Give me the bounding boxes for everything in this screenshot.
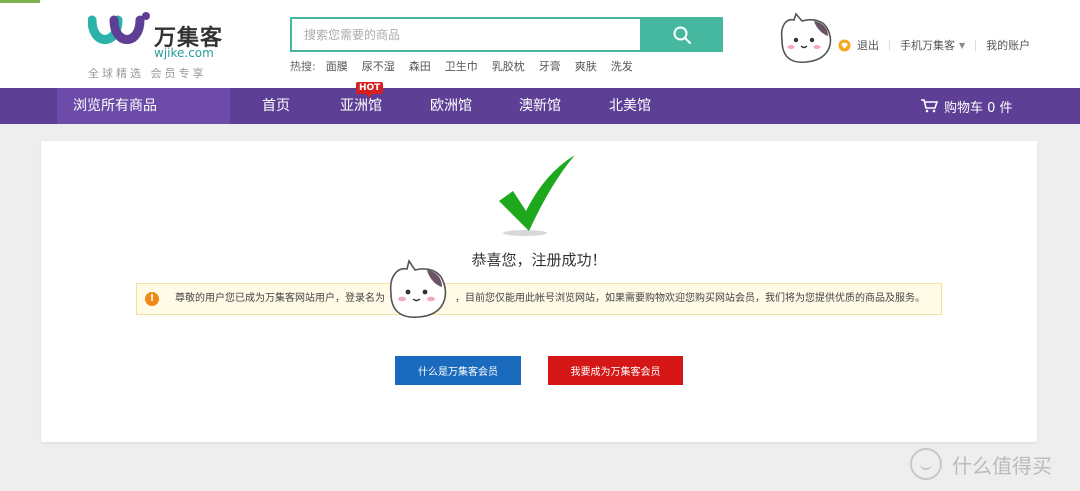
search-button[interactable] bbox=[640, 17, 723, 52]
success-check-icon bbox=[499, 155, 575, 236]
nav-north-america[interactable]: 北美馆 bbox=[609, 88, 651, 124]
hot-word-link[interactable]: 洗发 bbox=[611, 58, 633, 74]
corner-accent bbox=[0, 0, 40, 3]
logout-link[interactable]: 退出 bbox=[857, 37, 879, 53]
chevron-down-icon: ▼ bbox=[959, 40, 966, 50]
watermark-logo-icon bbox=[910, 448, 942, 480]
search-bar bbox=[290, 17, 723, 52]
cart-icon bbox=[921, 99, 938, 113]
main-nav: 浏览所有商品 首页 亚洲馆 欧洲馆 澳新馆 北美馆 购物车 0 件 bbox=[0, 88, 1080, 124]
hot-search-words: 热搜: 面膜 尿不湿 森田 卫生巾 乳胶枕 牙膏 爽肤 洗发 bbox=[290, 58, 647, 74]
my-account-link[interactable]: 我的账户 bbox=[986, 37, 1030, 53]
hot-badge: HOT bbox=[356, 82, 384, 98]
logo-mark-icon bbox=[88, 12, 150, 44]
hot-word-link[interactable]: 尿不湿 bbox=[362, 58, 395, 74]
success-card: 恭喜您，注册成功！ ! 尊敬的用户您已成为万集客网站用户，登录名为 ，目前您仅能… bbox=[41, 141, 1037, 442]
cart-link[interactable]: 购物车 0 件 bbox=[920, 88, 1013, 124]
logo-domain: wjike.com bbox=[154, 46, 214, 60]
notice-text: 尊敬的用户您已成为万集客网站用户，登录名为 bbox=[175, 293, 385, 304]
search-input[interactable] bbox=[290, 17, 642, 52]
hot-word-link[interactable]: 乳胶枕 bbox=[492, 58, 525, 74]
notice-bar: ! 尊敬的用户您已成为万集客网站用户，登录名为 ，目前您仅能用此帐号浏览网站，如… bbox=[136, 283, 942, 315]
logo-slogan: 全球精选 会员专享 bbox=[88, 67, 207, 80]
hot-word-link[interactable]: 面膜 bbox=[326, 58, 348, 74]
mobile-site-link[interactable]: 手机万集客 bbox=[900, 37, 955, 53]
success-title: 恭喜您，注册成功！ bbox=[471, 251, 607, 269]
divider bbox=[975, 39, 977, 51]
top-header: 万集客 wjike.com 全球精选 会员专享 热搜: 面膜 尿不湿 森田 卫生… bbox=[0, 0, 1080, 88]
notice-text-continued: ，目前您仅能用此帐号浏览网站，如果需要购物欢迎您购买网站会员，我们将为您提供优质… bbox=[455, 293, 925, 304]
browse-all-products[interactable]: 浏览所有商品 bbox=[57, 88, 230, 124]
site-logo[interactable]: 万集客 wjike.com 全球精选 会员专享 bbox=[88, 10, 228, 80]
nav-home[interactable]: 首页 bbox=[262, 88, 290, 124]
become-member-button[interactable]: 我要成为万集客会员 bbox=[548, 356, 683, 385]
hot-word-link[interactable]: 卫生巾 bbox=[445, 58, 478, 74]
divider bbox=[889, 39, 890, 51]
nav-europe[interactable]: 欧洲馆 bbox=[430, 88, 472, 124]
vip-diamond-icon bbox=[838, 38, 851, 52]
watermark: 什么值得买 bbox=[910, 448, 1052, 480]
search-icon bbox=[673, 26, 691, 44]
cart-label: 购物车 0 件 bbox=[944, 100, 1013, 116]
hot-word-link[interactable]: 爽肤 bbox=[575, 58, 597, 74]
mascot-icon bbox=[389, 259, 447, 318]
hot-word-link[interactable]: 牙膏 bbox=[539, 58, 561, 74]
warning-icon: ! bbox=[145, 292, 159, 306]
watermark-text: 什么值得买 bbox=[952, 453, 1052, 478]
mascot-avatar-icon[interactable] bbox=[772, 10, 836, 68]
hot-word-link[interactable]: 森田 bbox=[409, 58, 431, 74]
nav-oceania[interactable]: 澳新馆 bbox=[519, 88, 561, 124]
what-is-member-button[interactable]: 什么是万集客会员 bbox=[395, 356, 521, 385]
user-links: 退出 手机万集客 ▼ 我的账户 bbox=[838, 37, 1030, 53]
hot-search-label: 热搜: bbox=[290, 60, 316, 73]
